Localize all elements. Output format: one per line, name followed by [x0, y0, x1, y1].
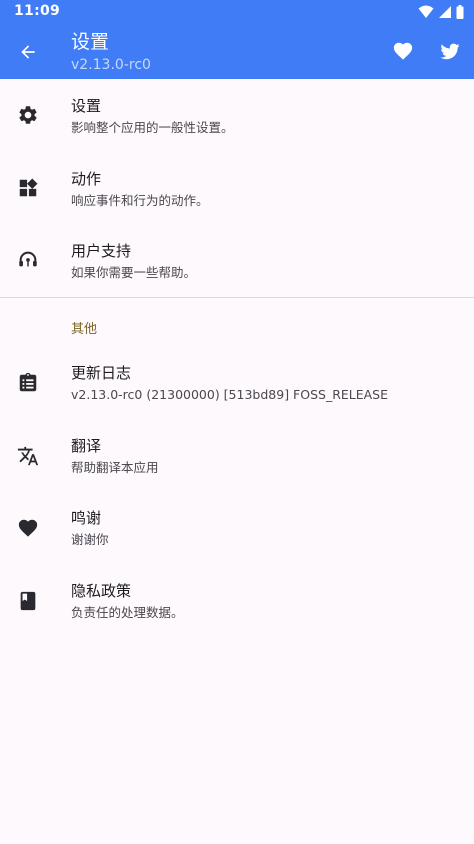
book-icon [16, 589, 40, 613]
item-summary: 负责任的处理数据。 [71, 605, 184, 620]
item-title: 设置 [71, 97, 102, 115]
status-icons [418, 5, 464, 19]
item-summary: 如果你需要一些帮助。 [71, 265, 197, 280]
changelog-clipboard-icon [16, 371, 40, 395]
twitter-button[interactable] [437, 38, 463, 64]
item-summary: 响应事件和行为的动作。 [71, 193, 209, 208]
item-title: 用户支持 [71, 242, 132, 260]
list-item-changelog[interactable]: 更新日志 v2.13.0-rc0 (21300000) [513bd89] FO… [0, 346, 474, 418]
list-item-privacy-policy[interactable]: 隐私政策 负责任的处理数据。 [0, 564, 474, 636]
item-title: 更新日志 [71, 364, 132, 382]
back-button[interactable] [14, 38, 42, 66]
item-summary: 帮助翻译本应用 [71, 460, 159, 475]
list-item-credits[interactable]: 鸣谢 谢谢你 [0, 491, 474, 563]
status-bar: 11:09 [0, 0, 474, 24]
donate-button[interactable] [390, 38, 416, 64]
cellular-signal-icon [439, 6, 451, 18]
gear-icon [16, 103, 40, 127]
item-summary: v2.13.0-rc0 (21300000) [513bd89] FOSS_RE… [71, 387, 389, 402]
list-item-settings[interactable]: 设置 影响整个应用的一般性设置。 [0, 79, 474, 151]
divider [0, 297, 474, 298]
list-item-translate[interactable]: 翻译 帮助翻译本应用 [0, 419, 474, 491]
item-summary: 影响整个应用的一般性设置。 [71, 120, 234, 135]
item-title: 动作 [71, 170, 102, 188]
widgets-icon [16, 176, 40, 200]
page-title: 设置 [71, 31, 110, 53]
item-title: 鸣谢 [71, 509, 102, 527]
wifi-icon [418, 5, 434, 18]
list-item-user-support[interactable]: 用户支持 如果你需要一些帮助。 [0, 224, 474, 296]
version-subtitle: v2.13.0-rc0 [71, 57, 151, 73]
twitter-icon [440, 43, 460, 60]
heart-icon [16, 516, 40, 540]
item-title: 隐私政策 [71, 582, 132, 600]
translate-icon [16, 444, 40, 468]
heart-icon [393, 42, 413, 60]
battery-icon [456, 5, 464, 19]
support-headset-icon [16, 248, 40, 272]
item-summary: 谢谢你 [71, 532, 109, 547]
item-title: 翻译 [71, 437, 102, 455]
arrow-back-icon [21, 45, 35, 59]
status-time: 11:09 [14, 3, 61, 19]
app-bar: 设置 v2.13.0-rc0 [0, 24, 474, 79]
category-header-other: 其他 [71, 322, 98, 337]
list-item-actions[interactable]: 动作 响应事件和行为的动作。 [0, 152, 474, 224]
